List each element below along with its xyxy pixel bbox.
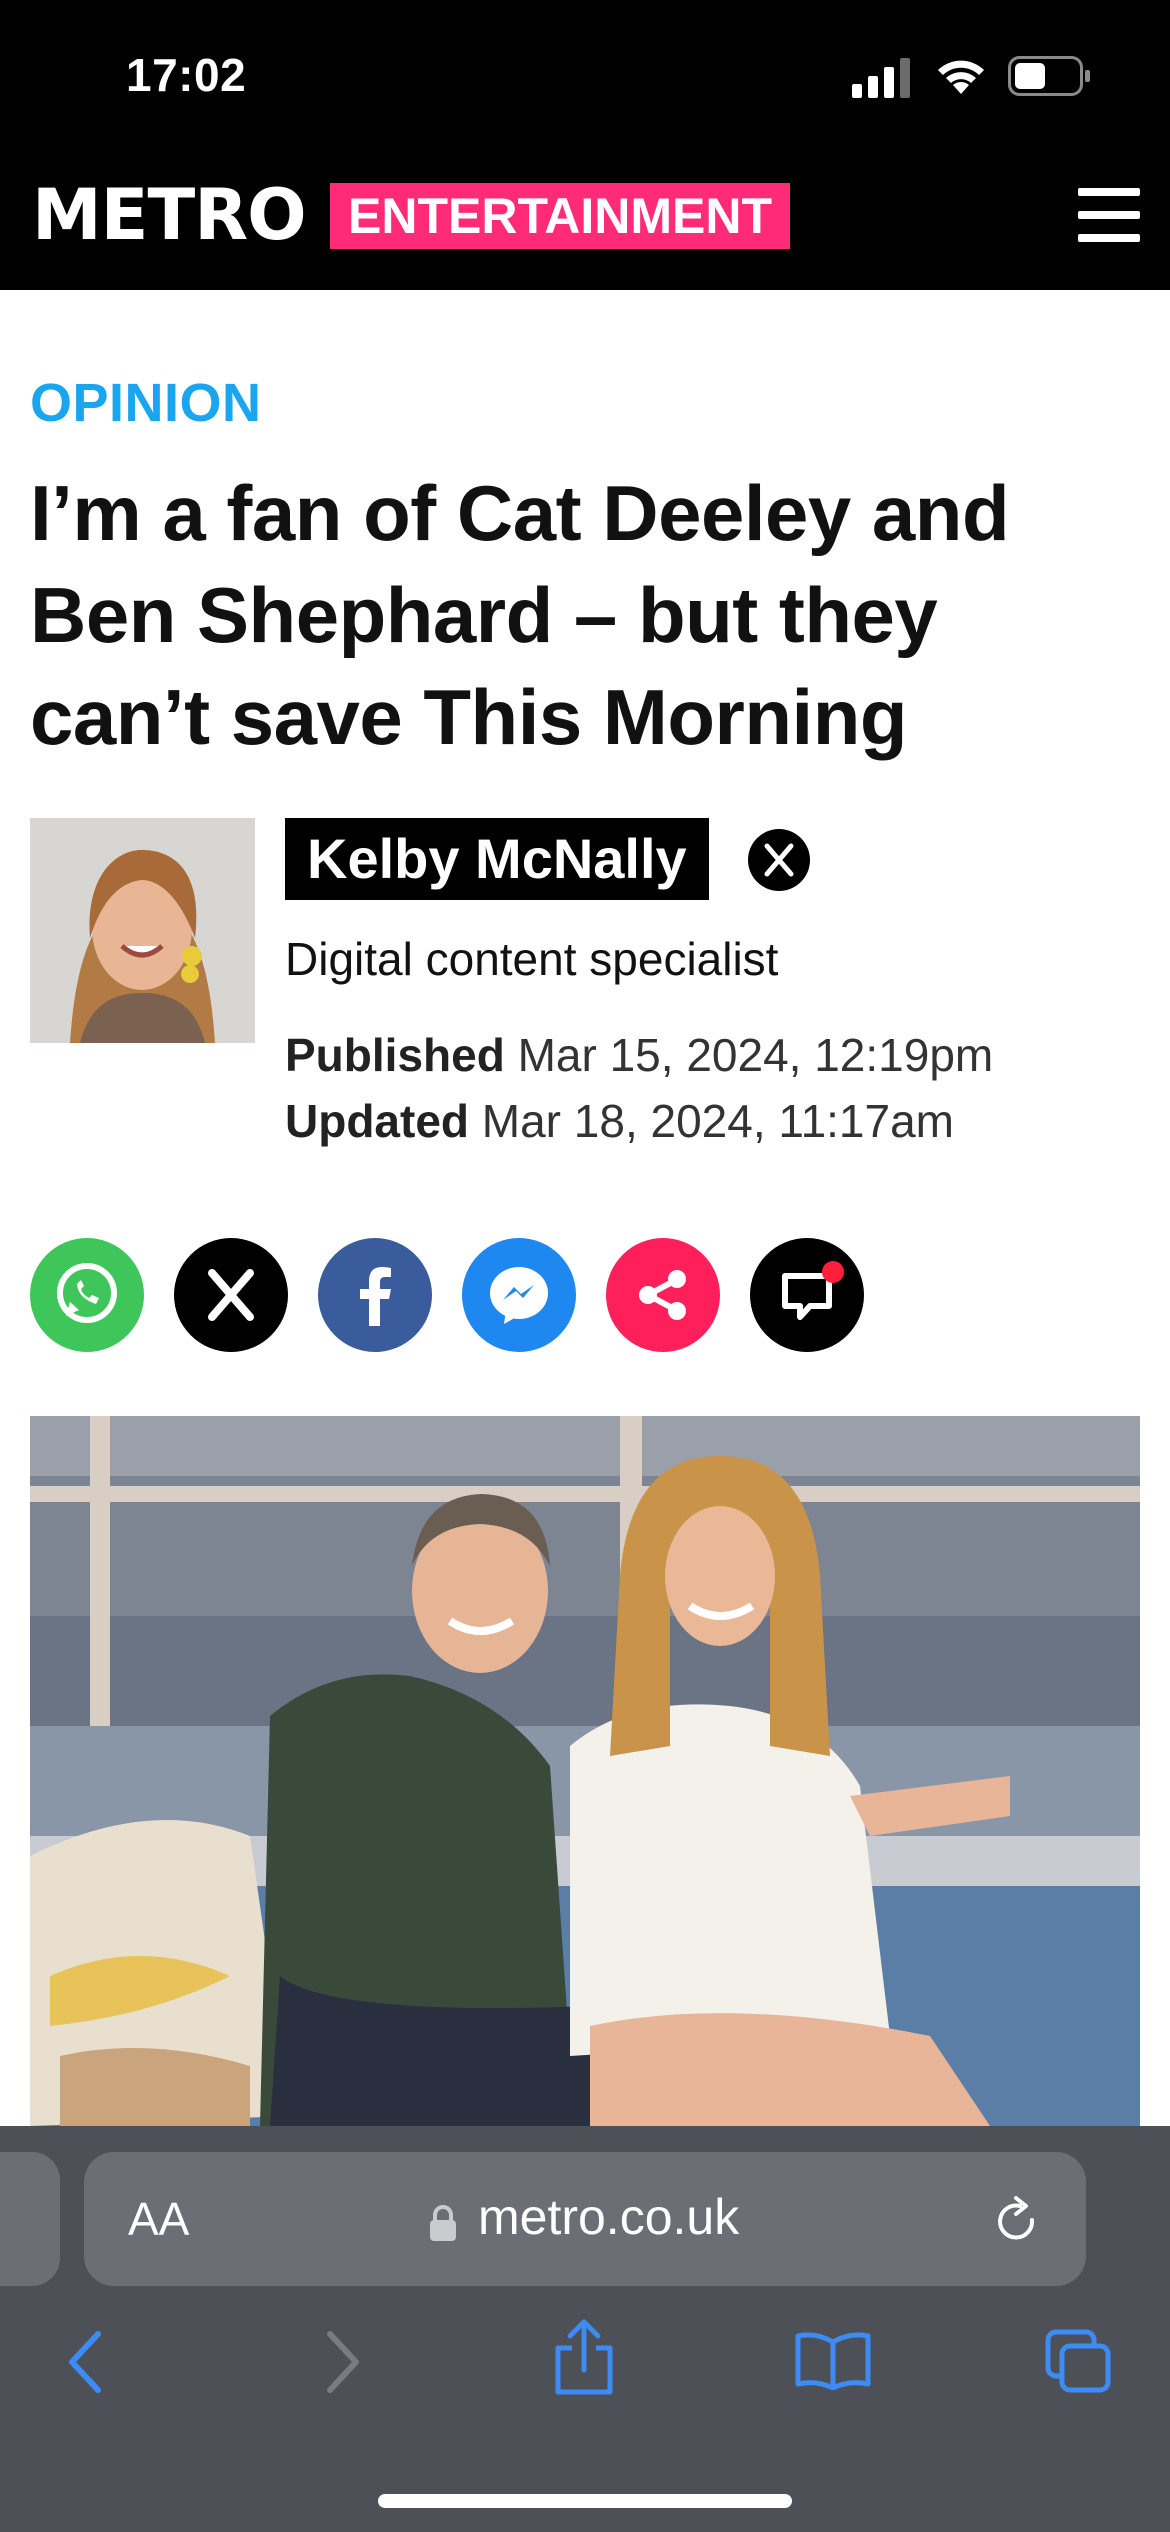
x-logo-icon xyxy=(208,1269,254,1321)
comments-icon xyxy=(782,1261,844,1320)
facebook-icon xyxy=(360,1267,391,1326)
text-size-button[interactable]: AA xyxy=(128,2192,189,2246)
section-badge[interactable]: ENTERTAINMENT xyxy=(330,183,791,249)
lock-icon xyxy=(430,2205,456,2241)
bookmarks-icon[interactable] xyxy=(794,2330,872,2390)
cellular-signal-icon xyxy=(852,58,910,98)
status-time: 17:02 xyxy=(126,49,247,101)
whatsapp-icon xyxy=(57,1263,117,1323)
comments-button[interactable] xyxy=(750,1238,864,1352)
previous-tab-address-bar[interactable] xyxy=(0,2152,60,2286)
article-kicker[interactable]: OPINION xyxy=(30,372,262,434)
hamburger-menu-icon[interactable] xyxy=(1078,184,1140,246)
published-label: Published xyxy=(285,1029,505,1081)
share-icon[interactable] xyxy=(552,2318,616,2396)
messenger-icon xyxy=(490,1267,548,1324)
hero-image[interactable] xyxy=(30,1416,1140,2126)
home-indicator[interactable] xyxy=(378,2494,792,2508)
author-name[interactable]: Kelby McNally xyxy=(285,818,709,900)
author-role: Digital content specialist xyxy=(285,933,779,985)
x-share-button[interactable] xyxy=(174,1238,288,1352)
generic-share-button[interactable] xyxy=(606,1238,720,1352)
share-icon xyxy=(639,1270,686,1320)
forward-icon[interactable] xyxy=(322,2330,362,2394)
messenger-share-button[interactable] xyxy=(462,1238,576,1352)
battery-icon xyxy=(1008,56,1090,96)
published-value: Mar 15, 2024, 12:19pm xyxy=(517,1029,994,1081)
url-display[interactable]: metro.co.uk xyxy=(478,2188,739,2246)
metro-logo[interactable]: METRO xyxy=(32,174,307,256)
tabs-icon[interactable] xyxy=(1044,2328,1114,2394)
author-avatar[interactable] xyxy=(30,818,255,1043)
back-icon[interactable] xyxy=(66,2330,106,2394)
updated-date: Updated Mar 18, 2024, 11:17am xyxy=(285,1094,954,1148)
reload-icon[interactable] xyxy=(994,2196,1042,2248)
x-logo-icon[interactable] xyxy=(748,829,810,891)
whatsapp-share-button[interactable] xyxy=(30,1238,144,1352)
wifi-icon xyxy=(938,60,984,94)
updated-value: Mar 18, 2024, 11:17am xyxy=(481,1095,954,1147)
updated-label: Updated xyxy=(285,1095,469,1147)
published-date: Published Mar 15, 2024, 12:19pm xyxy=(285,1028,993,1082)
article-headline: I’m a fan of Cat Deeley and Ben Shephard… xyxy=(30,469,1010,761)
facebook-share-button[interactable] xyxy=(318,1238,432,1352)
